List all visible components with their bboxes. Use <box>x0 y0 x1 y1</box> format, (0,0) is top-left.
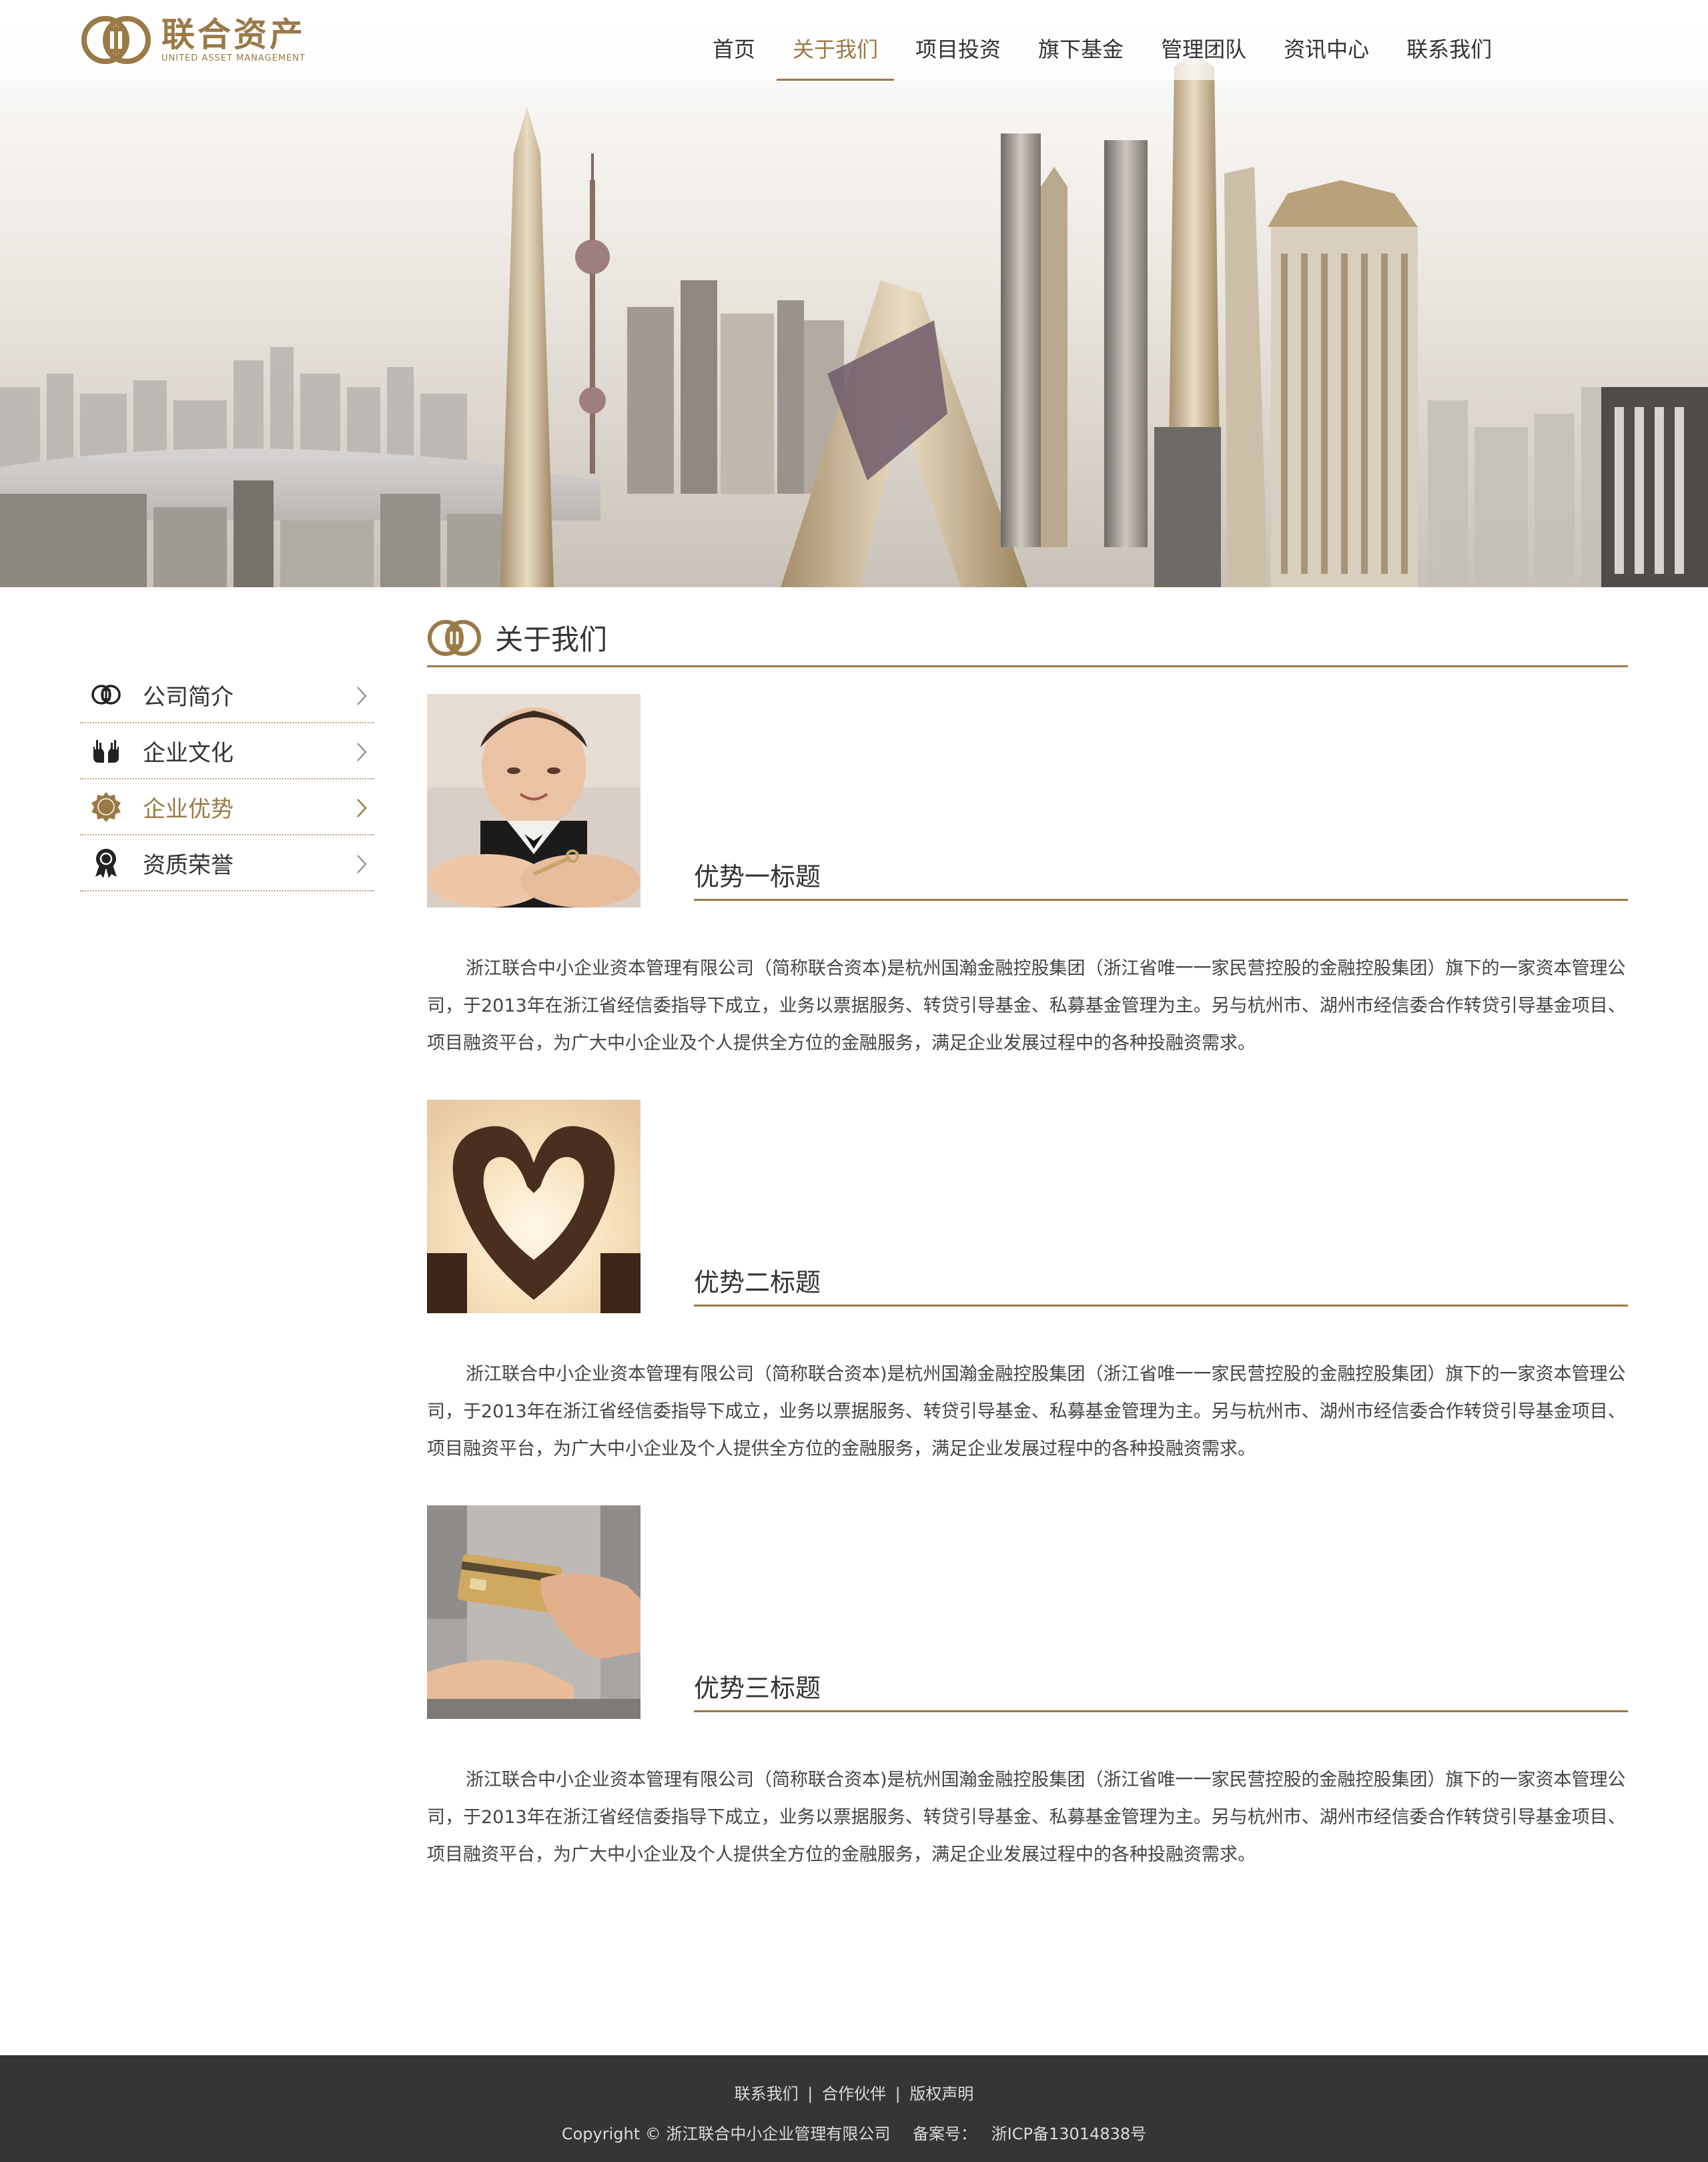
award-ribbon-icon <box>89 846 123 879</box>
footer-separator: | <box>895 2085 901 2103</box>
site-logo[interactable]: 联合资产 UNITED ASSET MANAGEMENT <box>80 13 306 67</box>
nav-about[interactable]: 关于我们 <box>777 29 895 81</box>
logo-text-en: UNITED ASSET MANAGEMENT <box>161 53 306 63</box>
copyright-text: Copyright © 浙江联合中小企业管理有限公司 <box>561 2125 891 2143</box>
icp-number[interactable]: 浙ICP备13014838号 <box>991 2125 1146 2143</box>
site-footer: 联系我们 | 合作伙伴 | 版权声明 Copyright © 浙江联合中小企业管… <box>0 2055 1708 2162</box>
logo-text-cn: 联合资产 <box>161 15 306 54</box>
sidebar-item-label: 资质荣誉 <box>143 851 234 879</box>
advantage-item: 优势二标题 浙江联合中小企业资本管理有限公司（简称联合资本)是杭州国瀚金融控股集… <box>427 1100 1628 1480</box>
advantage-title: 优势三标题 <box>694 1672 1628 1712</box>
sidebar-item-company-intro[interactable]: 公司简介 <box>80 667 374 723</box>
advantage-item: 优势一标题 浙江联合中小企业资本管理有限公司（简称联合资本)是杭州国瀚金融控股集… <box>427 694 1628 1074</box>
sidebar-item-advantages[interactable]: 企业优势 <box>80 779 374 835</box>
nav-contact[interactable]: 联系我们 <box>1390 29 1508 81</box>
chevron-right-icon <box>357 687 367 705</box>
footer-separator: | <box>807 2085 813 2103</box>
nav-projects[interactable]: 项目投资 <box>899 29 1017 81</box>
footer-copyright: Copyright © 浙江联合中小企业管理有限公司 备案号： 浙ICP备130… <box>0 2121 1708 2144</box>
advantage-body: 浙江联合中小企业资本管理有限公司（简称联合资本)是杭州国瀚金融控股集团（浙江省唯… <box>427 1364 1626 1459</box>
footer-link-copyright[interactable]: 版权声明 <box>909 2085 973 2103</box>
footer-link-partners[interactable]: 合作伙伴 <box>822 2085 886 2103</box>
chevron-right-icon <box>357 743 367 761</box>
logo-mark-icon <box>81 16 151 64</box>
advantage-body: 浙江联合中小企业资本管理有限公司（简称联合资本)是杭州国瀚金融控股集团（浙江省唯… <box>427 958 1626 1054</box>
advantage-item: 优势三标题 浙江联合中小企业资本管理有限公司（简称联合资本)是杭州国瀚金融控股集… <box>427 1505 1628 1886</box>
hands-icon <box>89 734 123 767</box>
credit-card-photo <box>427 1505 640 1719</box>
best-badge-icon <box>89 790 123 823</box>
advantage-title: 优势一标题 <box>694 861 1628 901</box>
heart-hands-photo <box>427 1100 640 1313</box>
sidebar-item-label: 企业文化 <box>143 739 234 767</box>
nav-funds[interactable]: 旗下基金 <box>1022 29 1140 81</box>
advantage-title: 优势二标题 <box>694 1267 1628 1307</box>
page-title: 关于我们 <box>495 623 608 656</box>
sidebar-item-label: 企业优势 <box>143 795 234 823</box>
sidebar-item-honors[interactable]: 资质荣誉 <box>80 835 374 891</box>
sidebar-item-label: 公司简介 <box>143 683 234 711</box>
chevron-right-icon <box>357 799 367 817</box>
advantage-body: 浙江联合中小企业资本管理有限公司（简称联合资本)是杭州国瀚金融控股集团（浙江省唯… <box>427 1770 1626 1865</box>
footer-links: 联系我们 | 合作伙伴 | 版权声明 <box>0 2081 1708 2104</box>
icp-label: 备案号： <box>913 2125 977 2143</box>
nav-news[interactable]: 资讯中心 <box>1268 29 1385 81</box>
sidebar-menu: 公司简介 企业文化 企业优势 资质荣誉 <box>80 667 374 891</box>
child-with-key-photo <box>427 694 640 908</box>
nav-home[interactable]: 首页 <box>697 29 771 81</box>
main-nav: 首页 关于我们 项目投资 旗下基金 管理团队 资讯中心 联系我们 <box>694 29 1511 81</box>
city-skyline-image <box>0 0 1708 587</box>
section-logo-icon <box>428 619 481 656</box>
main-content: 关于我们 优势一标题 浙江联合中小企业资本管理有限公司（简称联合资本)是杭州国瀚… <box>427 614 1628 1886</box>
footer-link-contact[interactable]: 联系我们 <box>735 2085 799 2103</box>
nav-team[interactable]: 管理团队 <box>1145 29 1262 81</box>
chevron-right-icon <box>357 855 367 873</box>
company-logo-icon <box>89 678 123 711</box>
section-header: 关于我们 <box>427 614 1628 667</box>
sidebar-item-culture[interactable]: 企业文化 <box>80 723 374 779</box>
hero-banner: 联合资产 UNITED ASSET MANAGEMENT 首页 关于我们 项目投… <box>0 0 1708 587</box>
